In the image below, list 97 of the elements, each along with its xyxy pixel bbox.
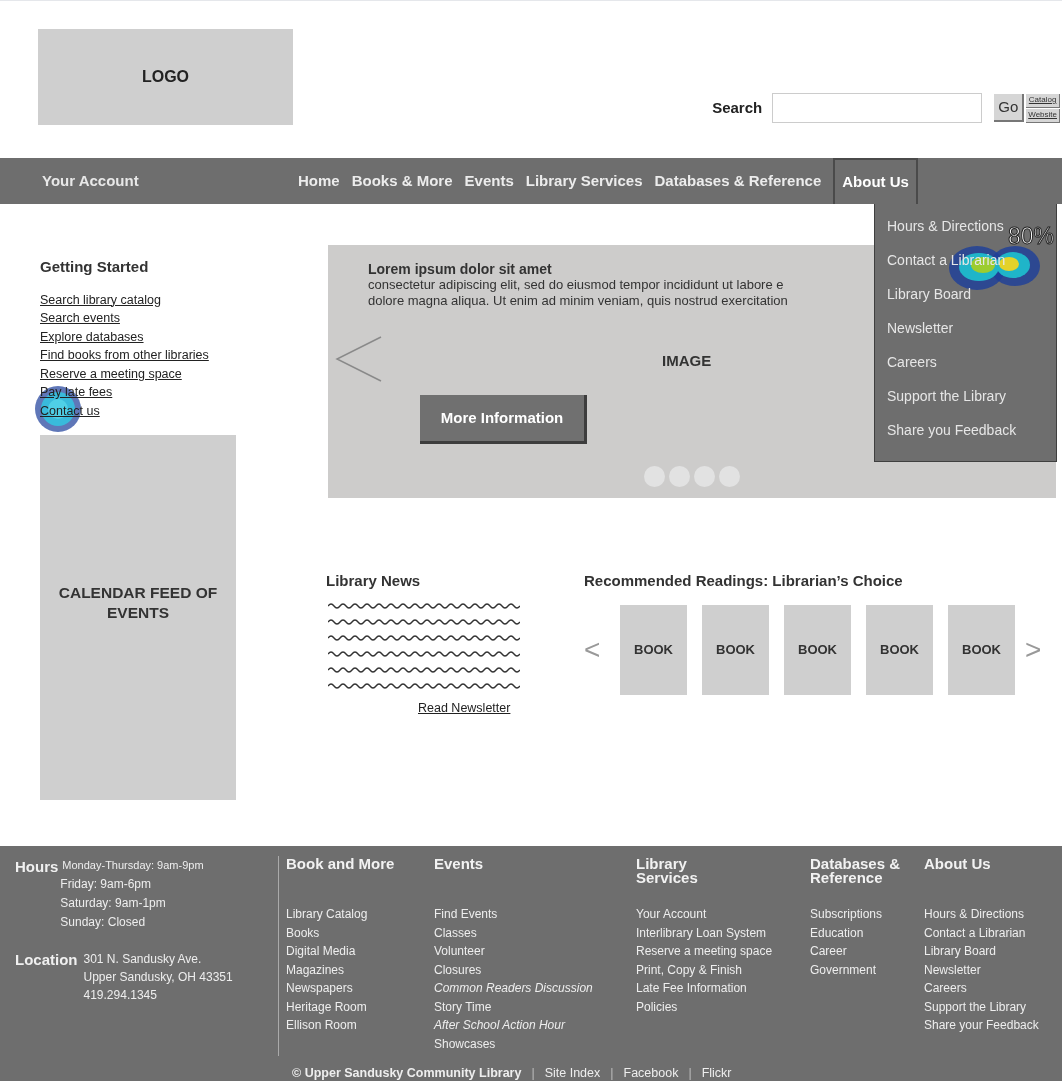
footer-link[interactable]: Site Index [544,1064,601,1081]
book-placeholder[interactable]: BOOK [620,604,687,695]
hours-text: Monday-Thursday: 9am-9pm [62,858,204,873]
footer-link[interactable]: Your Account [636,905,707,924]
nav-tab[interactable]: About Us [833,158,918,204]
hours-label: Hours [15,857,59,877]
footer-link[interactable]: Closures [434,960,482,979]
nav-tab[interactable]: Events [464,158,514,204]
footer-link[interactable]: Story Time [434,997,492,1016]
footer-link[interactable]: Contact a Librarian [924,923,1026,942]
address-text: Upper Sandusky, OH 43351 [83,969,233,986]
copyright-text: © Upper Sandusky Community Library [292,1065,522,1081]
footer-link[interactable]: Digital Media [286,942,356,961]
footer-heading: Book and More [286,857,396,874]
footer-link[interactable]: Library Catalog [286,905,368,924]
search-field[interactable] [772,93,983,123]
footer-link[interactable]: Find Events [434,905,498,924]
hours-text: Saturday: 9am-1pm [60,895,167,912]
footer-link[interactable]: Heritage Room [286,997,367,1016]
footer-link[interactable]: Showcases [434,1034,496,1053]
chevron-left-icon[interactable] [335,335,383,383]
heatmap-percentage: 80% [1008,224,1055,248]
nav-tab[interactable]: Library Services [525,158,643,204]
quick-link[interactable]: Search events [40,309,120,328]
hero-text: dolore magna aliqua. Ut enim ad minim veniam, quis nostrud exercitation [368,293,789,309]
address-text: 419.294.1345 [83,987,158,1004]
go-button[interactable]: Go [994,94,1025,122]
footer-link[interactable]: Magazines [286,960,345,979]
menu-item[interactable]: Careers [887,354,937,371]
hero-title: Lorem ipsum dolor sit amet [368,261,553,277]
book-placeholder[interactable]: BOOK [948,604,1015,695]
location-label: Location [15,950,78,970]
menu-item[interactable]: Share you Feedback [887,422,1017,439]
search-label: Search [712,97,763,118]
footer-link[interactable]: Common Readers Discussion [434,979,593,998]
next-button[interactable]: > [1025,628,1042,671]
book-placeholder[interactable]: BOOK [784,604,851,695]
footer-link[interactable]: Books [286,923,320,942]
nav-link[interactable]: Your Account [42,169,298,193]
calendar-label: CALENDAR FEED OF EVENTS [57,582,219,623]
footer-link[interactable]: Classes [434,923,477,942]
read-newsletter-link[interactable]: Read Newsletter [418,698,511,718]
footer-link[interactable]: Interlibrary Loan System [636,923,767,942]
footer-link[interactable]: Library Board [924,942,997,961]
separator: | [688,1065,692,1081]
nav-tab[interactable]: Home [298,158,340,204]
footer-link[interactable]: Ellison Room [286,1016,357,1035]
quick-link[interactable]: Find books from other libraries [40,346,209,365]
quick-link[interactable]: Search library catalog [40,290,161,309]
menu-item[interactable]: Newsletter [887,320,954,337]
quick-link[interactable]: Explore databases [40,327,144,346]
menu-item[interactable]: Support the Library [887,388,1007,405]
previous-button[interactable]: < [584,628,620,671]
footer-link[interactable]: Share your Feedback [924,1016,1039,1035]
footer-link[interactable]: After School Action Hour [434,1016,565,1035]
footer-link[interactable]: Subscriptions [810,905,883,924]
footer-link[interactable]: Volunteer [434,942,485,961]
menu-item[interactable]: Library Board [887,286,972,303]
menu-item[interactable]: Hours & Directions [887,218,1004,235]
footer-link[interactable]: Support the Library [924,997,1027,1016]
footer-link[interactable]: Reserve a meeting space [636,942,773,961]
footer-link[interactable]: Hours & Directions [924,905,1025,924]
footer-link[interactable]: Late Fee Information [636,979,747,998]
footer-heading: About Us [924,857,992,874]
logo-placeholder[interactable]: LOGO [38,29,293,125]
hero-text: consectetur adipiscing elit, sed do eiusmod tempor incididunt ut labore e [368,277,785,293]
book-placeholder[interactable]: BOOK [702,604,769,695]
footer-link[interactable]: Newspapers [286,979,353,998]
footer-link[interactable]: Policies [636,997,678,1016]
footer-heading: Library Services [636,857,699,888]
footer-link[interactable]: Careers [924,979,967,998]
nav-tab[interactable]: Databases & Reference [654,158,822,204]
separator: | [531,1065,535,1081]
hours-text: Sunday: Closed [60,914,147,931]
hours-text: Friday: 9am-6pm [60,876,153,893]
footer-link[interactable]: Facebook [623,1064,679,1081]
footer-link[interactable]: Flickr [701,1064,732,1081]
section-heading: Recommended Readings: Librarian’s Choice [584,571,904,591]
scope-button[interactable]: Catalog [1026,93,1060,108]
scope-button[interactable]: Website [1026,108,1060,123]
separator: | [610,1065,614,1081]
footer-heading: Events [434,857,485,874]
section-heading: Library News [326,571,422,591]
footer-link[interactable]: Career [810,942,847,961]
quick-link[interactable]: Reserve a meeting space [40,364,182,383]
nav-tab[interactable]: Books & More [351,158,453,204]
footer-link[interactable]: Newsletter [924,960,981,979]
more-information-button[interactable]: More Information [420,395,587,444]
footer-heading: Databases & Reference [810,857,902,888]
image-label: IMAGE [662,351,712,371]
book-placeholder[interactable]: BOOK [866,604,933,695]
section-heading: Getting Started [40,257,150,277]
footer-link[interactable]: Print, Copy & Finish [636,960,743,979]
menu-item[interactable]: Contact a Librarian [887,252,1006,269]
footer-link[interactable]: Education [810,923,864,942]
footer-link[interactable]: Government [810,960,877,979]
address-text: 301 N. Sandusky Ave. [83,951,203,968]
